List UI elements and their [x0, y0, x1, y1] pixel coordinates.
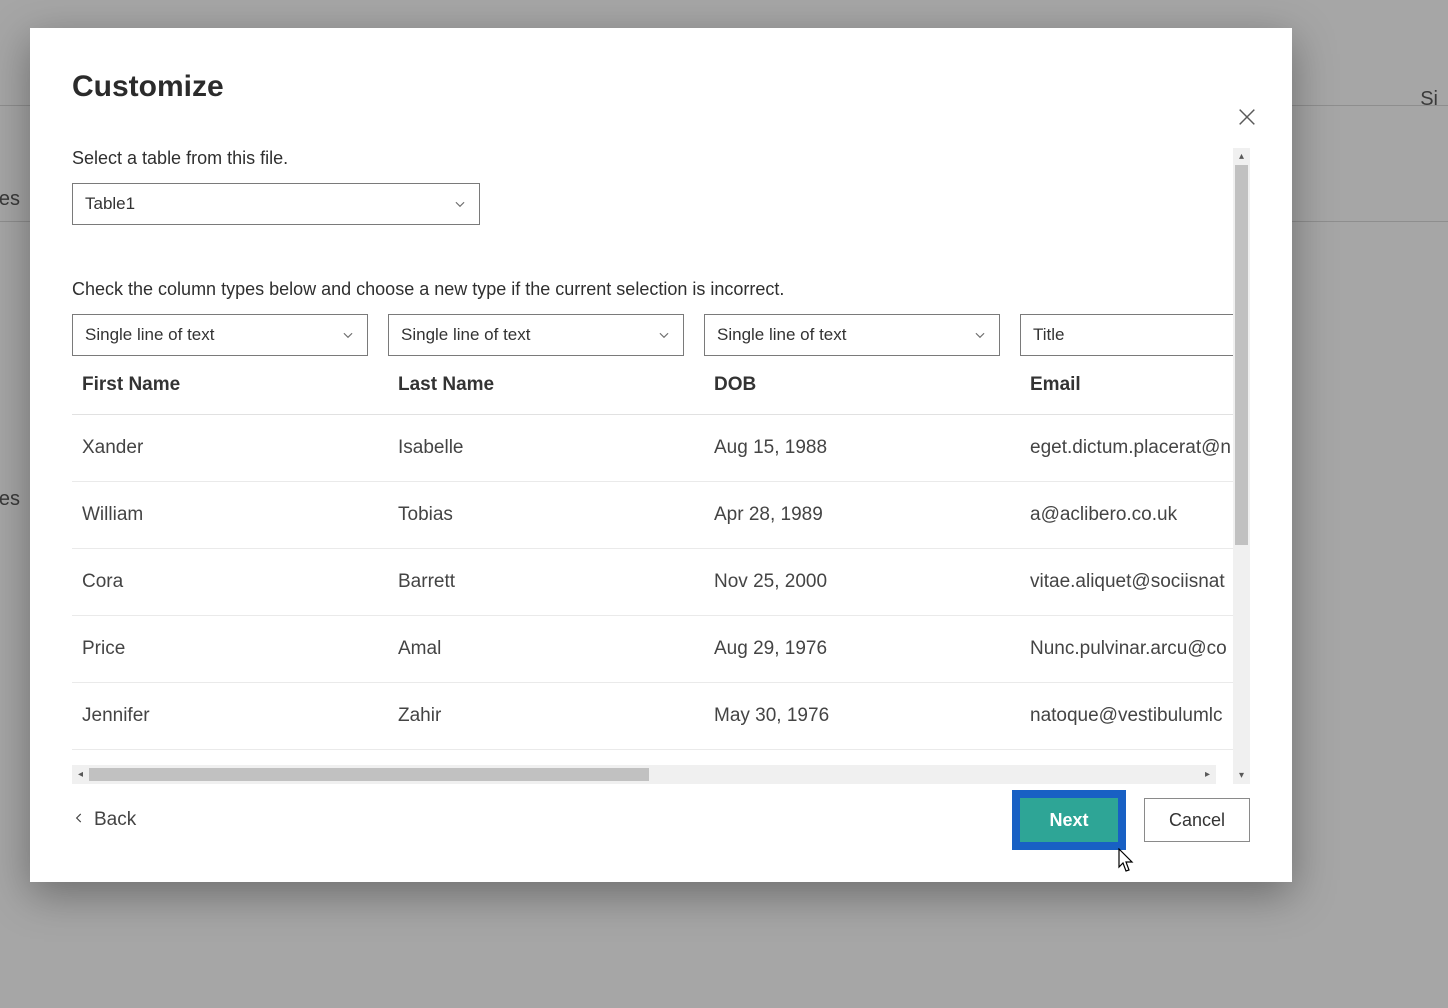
scroll-left-arrow-icon[interactable]: ◂: [72, 765, 89, 784]
cell-first-name: Price: [72, 616, 388, 683]
bg-text: es: [0, 188, 20, 211]
column-types-label: Check the column types below and choose …: [72, 279, 1233, 300]
cell-last-name: Isabelle: [388, 415, 704, 482]
column-header[interactable]: Email: [1020, 356, 1233, 415]
column-type-select-3[interactable]: Title: [1020, 314, 1233, 356]
cell-last-name: Zahir: [388, 683, 704, 750]
scroll-thumb[interactable]: [89, 768, 649, 781]
column-type-value: Single line of text: [717, 325, 846, 345]
chevron-down-icon: [339, 326, 357, 344]
back-label: Back: [94, 809, 136, 831]
cell-dob: Apr 28, 1989: [704, 482, 1020, 549]
column-header[interactable]: Last Name: [388, 356, 704, 415]
column-type-select-0[interactable]: Single line of text: [72, 314, 368, 356]
vertical-scrollbar[interactable]: ▴ ▾: [1233, 148, 1250, 784]
cell-first-name: William: [72, 482, 388, 549]
cell-first-name: Cora: [72, 549, 388, 616]
column-type-value: Single line of text: [401, 325, 530, 345]
column-type-value: Title: [1033, 325, 1065, 345]
next-button-highlight: Next: [1012, 790, 1126, 850]
table-row: Xander Isabelle Aug 15, 1988 eget.dictum…: [72, 415, 1233, 482]
scroll-up-arrow-icon[interactable]: ▴: [1233, 148, 1250, 165]
close-icon: [1236, 106, 1258, 133]
back-button[interactable]: Back: [72, 809, 136, 831]
dialog-title: Customize: [72, 70, 1250, 104]
cell-email: Nunc.pulvinar.arcu@co: [1020, 616, 1233, 683]
chevron-left-icon: [72, 809, 86, 831]
bg-text: Si: [1420, 88, 1438, 111]
cell-last-name: Tobias: [388, 482, 704, 549]
horizontal-scrollbar[interactable]: ◂ ▸: [72, 765, 1216, 784]
cell-email: vitae.aliquet@sociisnat: [1020, 549, 1233, 616]
cell-last-name: Amal: [388, 616, 704, 683]
close-button[interactable]: [1230, 102, 1264, 136]
column-header[interactable]: DOB: [704, 356, 1020, 415]
column-header[interactable]: First Name: [72, 356, 388, 415]
cell-dob: Aug 15, 1988: [704, 415, 1020, 482]
cancel-button[interactable]: Cancel: [1144, 798, 1250, 842]
table-row: Cora Barrett Nov 25, 2000 vitae.aliquet@…: [72, 549, 1233, 616]
table-row: William Tobias Apr 28, 1989 a@aclibero.c…: [72, 482, 1233, 549]
scroll-right-arrow-icon[interactable]: ▸: [1199, 765, 1216, 784]
table-row: Jennifer Zahir May 30, 1976 natoque@vest…: [72, 683, 1233, 750]
cell-first-name: Jennifer: [72, 683, 388, 750]
table-select[interactable]: Table1: [72, 183, 480, 225]
column-type-value: Single line of text: [85, 325, 214, 345]
mouse-cursor-icon: [1116, 848, 1136, 874]
scroll-down-arrow-icon[interactable]: ▾: [1233, 767, 1250, 784]
column-type-select-1[interactable]: Single line of text: [388, 314, 684, 356]
cell-email: a@aclibero.co.uk: [1020, 482, 1233, 549]
cell-email: natoque@vestibulumlc: [1020, 683, 1233, 750]
cell-last-name: Barrett: [388, 549, 704, 616]
table-select-value: Table1: [85, 194, 135, 214]
column-type-select-2[interactable]: Single line of text: [704, 314, 1000, 356]
table-row: Price Amal Aug 29, 1976 Nunc.pulvinar.ar…: [72, 616, 1233, 683]
chevron-down-icon: [451, 195, 469, 213]
cell-email: eget.dictum.placerat@n: [1020, 415, 1233, 482]
chevron-down-icon: [971, 326, 989, 344]
cell-dob: May 30, 1976: [704, 683, 1020, 750]
customize-dialog: Customize ▴ ▾ Select a table from this f…: [30, 28, 1292, 882]
next-button[interactable]: Next: [1020, 798, 1118, 842]
scroll-thumb[interactable]: [1235, 165, 1248, 545]
cell-dob: Aug 29, 1976: [704, 616, 1020, 683]
bg-text: es: [0, 488, 20, 511]
cell-dob: Nov 25, 2000: [704, 549, 1020, 616]
table-select-label: Select a table from this file.: [72, 148, 1233, 169]
chevron-down-icon: [655, 326, 673, 344]
preview-table: First Name Last Name DOB Email Xander Is…: [72, 356, 1233, 750]
cell-first-name: Xander: [72, 415, 388, 482]
